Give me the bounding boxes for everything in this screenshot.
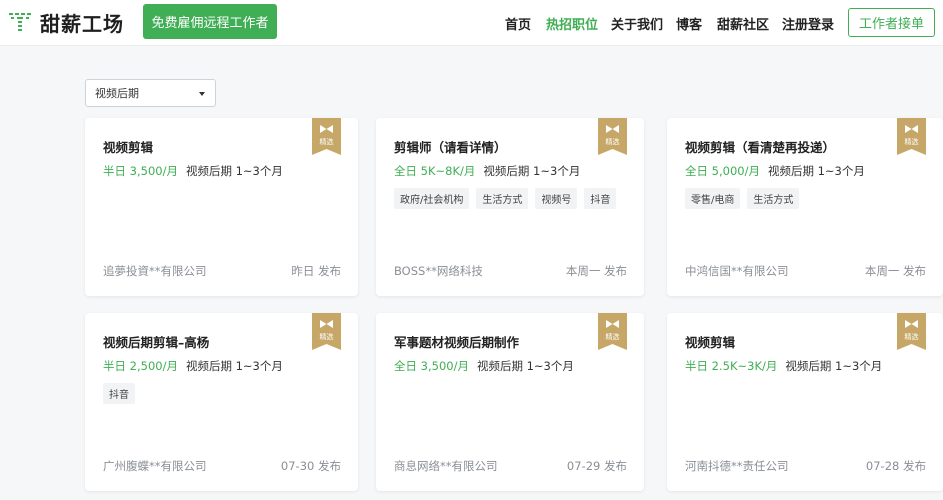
nav-about-us[interactable]: 关于我们 xyxy=(611,0,663,46)
logo-icon xyxy=(9,13,31,31)
featured-badge: 精选 xyxy=(897,118,926,155)
publish-time: 07-28 发布 xyxy=(865,459,926,473)
publish-time: 07-29 发布 xyxy=(566,459,627,473)
site-logo[interactable]: 甜薪工场 xyxy=(8,8,124,36)
caret-down-icon xyxy=(199,92,205,96)
nav-home[interactable]: 首页 xyxy=(505,0,531,46)
job-duration: 1~3个月 xyxy=(533,164,581,178)
featured-badge-label: 精选 xyxy=(605,138,620,146)
logo-text: 甜薪工场 xyxy=(40,11,124,36)
job-category: 视频后期 xyxy=(785,359,832,373)
job-tag[interactable]: 零售/电商 xyxy=(685,188,741,209)
top-header: 甜薪工场 免费雇佣远程工作者 首页 热招职位 关于我们 博客 甜薪社区 注册登录… xyxy=(0,0,943,46)
job-meta: 半日 2.5K~3K/月 视频后期 1~3个月 xyxy=(685,358,882,374)
job-tag[interactable]: 政府/社会机构 xyxy=(394,188,470,209)
job-card[interactable]: 视频剪辑（看清楚再投递） 全日 5,000/月 视频后期 1~3个月 零售/电商 … xyxy=(667,118,943,296)
job-tag[interactable]: 抖音 xyxy=(103,383,135,404)
category-filter-value: 视频后期 xyxy=(95,87,139,100)
job-duration: 1~3个月 xyxy=(235,359,283,373)
job-meta: 全日 3,500/月 视频后期 1~3个月 xyxy=(394,358,574,374)
company-name: 广州腹蝶**有限公司 xyxy=(103,459,207,473)
company-name: 河南抖德**责任公司 xyxy=(685,459,789,473)
job-salary: 全日 5K~8K/月 xyxy=(394,164,476,178)
job-title: 视频后期剪辑–高杨 xyxy=(103,335,210,350)
job-meta: 全日 5,000/月 视频后期 1~3个月 xyxy=(685,163,865,179)
job-category: 视频后期 xyxy=(476,359,523,373)
job-salary: 全日 3,500/月 xyxy=(394,359,469,373)
job-duration: 1~3个月 xyxy=(526,359,574,373)
job-tags: 抖音 xyxy=(103,383,135,404)
nav-community[interactable]: 甜薪社区 xyxy=(717,0,769,46)
featured-badge-label: 精选 xyxy=(904,333,919,341)
job-tag[interactable]: 生活方式 xyxy=(476,188,529,209)
featured-badge: 精选 xyxy=(312,118,341,155)
publish-time: 本周一 发布 xyxy=(864,264,926,278)
featured-badge: 精选 xyxy=(312,313,341,350)
job-tags: 零售/电商 生活方式 xyxy=(685,188,800,209)
featured-badge: 精选 xyxy=(598,118,627,155)
nav-hot-jobs[interactable]: 热招职位 xyxy=(546,0,598,46)
company-name: 商息网络**有限公司 xyxy=(394,459,498,473)
job-title: 视频剪辑（看清楚再投递） xyxy=(685,140,836,155)
featured-badge: 精选 xyxy=(897,313,926,350)
job-salary: 半日 2,500/月 xyxy=(103,359,178,373)
job-card[interactable]: 视频剪辑 半日 2.5K~3K/月 视频后期 1~3个月 河南抖德**责任公司 0… xyxy=(667,313,943,491)
job-card[interactable]: 剪辑师（请看详情） 全日 5K~8K/月 视频后期 1~3个月 政府/社会机构 生… xyxy=(376,118,644,296)
publish-time: 本周一 发布 xyxy=(565,264,627,278)
featured-badge-label: 精选 xyxy=(904,138,919,146)
company-name: 中鸿信国**有限公司 xyxy=(685,264,789,278)
job-salary: 半日 2.5K~3K/月 xyxy=(685,359,778,373)
job-meta: 半日 3,500/月 视频后期 1~3个月 xyxy=(103,163,283,179)
job-tag[interactable]: 抖音 xyxy=(584,188,617,209)
job-tag[interactable]: 视频号 xyxy=(535,188,578,209)
nav-blog[interactable]: 博客 xyxy=(676,0,702,46)
job-meta: 全日 5K~8K/月 视频后期 1~3个月 xyxy=(394,163,580,179)
job-tags: 政府/社会机构 生活方式 视频号 抖音 xyxy=(394,188,617,209)
hire-remote-worker-button[interactable]: 免费雇佣远程工作者 xyxy=(143,4,277,39)
featured-badge-label: 精选 xyxy=(319,138,334,146)
job-category: 视频后期 xyxy=(483,164,530,178)
publish-time: 07-30 发布 xyxy=(280,459,341,473)
nav-register-login[interactable]: 注册登录 xyxy=(782,0,834,46)
company-name: 追夢投資**有限公司 xyxy=(103,264,207,278)
job-meta: 半日 2,500/月 视频后期 1~3个月 xyxy=(103,358,283,374)
featured-badge: 精选 xyxy=(598,313,627,350)
job-category: 视频后期 xyxy=(767,164,814,178)
company-name: BOSS**网络科技 xyxy=(394,264,483,278)
featured-badge-label: 精选 xyxy=(605,333,620,341)
featured-badge-label: 精选 xyxy=(319,333,334,341)
job-tag[interactable]: 生活方式 xyxy=(747,188,800,209)
job-title: 视频剪辑 xyxy=(103,140,154,155)
worker-take-orders-button[interactable]: 工作者接单 xyxy=(848,8,935,37)
job-category: 视频后期 xyxy=(185,164,232,178)
job-card[interactable]: 视频后期剪辑–高杨 半日 2,500/月 视频后期 1~3个月 抖音 广州腹蝶**… xyxy=(85,313,358,491)
job-card[interactable]: 视频剪辑 半日 3,500/月 视频后期 1~3个月 追夢投資**有限公司 昨日 … xyxy=(85,118,358,296)
job-salary: 全日 5,000/月 xyxy=(685,164,760,178)
job-salary: 半日 3,500/月 xyxy=(103,164,178,178)
job-duration: 1~3个月 xyxy=(235,164,283,178)
job-title: 视频剪辑 xyxy=(685,335,736,350)
publish-time: 昨日 发布 xyxy=(291,264,341,278)
job-card[interactable]: 军事题材视频后期制作 全日 3,500/月 视频后期 1~3个月 商息网络**有限… xyxy=(376,313,644,491)
job-title: 剪辑师（请看详情） xyxy=(394,140,507,155)
job-duration: 1~3个月 xyxy=(835,359,883,373)
job-category: 视频后期 xyxy=(185,359,232,373)
job-duration: 1~3个月 xyxy=(817,164,865,178)
job-title: 军事题材视频后期制作 xyxy=(394,335,520,350)
category-filter-select[interactable]: 视频后期 xyxy=(85,79,216,107)
